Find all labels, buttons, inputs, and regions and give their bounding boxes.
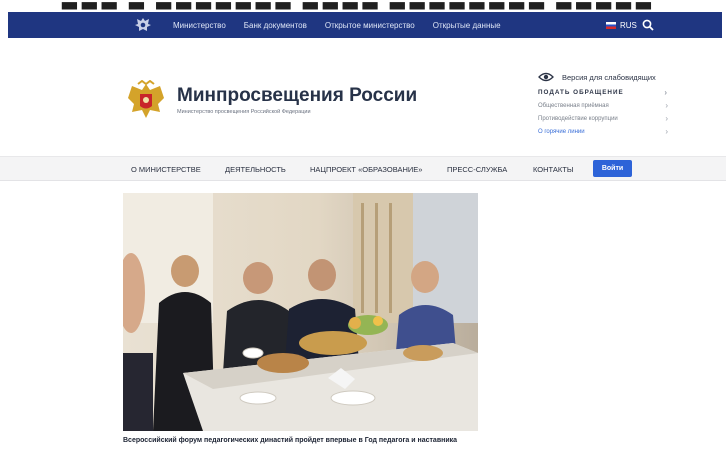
nav-activity[interactable]: ДЕЯТЕЛЬНОСТЬ xyxy=(225,165,286,174)
top-nav-open-data[interactable]: Открытые данные xyxy=(433,21,501,30)
top-nav-documents[interactable]: Банк документов xyxy=(244,21,307,30)
top-navigation-bar: Министерство Банк документов Открытое ми… xyxy=(8,12,722,38)
main-navigation: О МИНИСТЕРСТВЕ ДЕЯТЕЛЬНОСТЬ НАЦПРОЕКТ «О… xyxy=(0,156,726,181)
submit-appeal-label: ПОДАТЬ ОБРАЩЕНИЕ xyxy=(538,89,624,96)
site-subtitle: Министерство просвещения Российской Феде… xyxy=(177,109,311,115)
site-title: Минпросвещения России xyxy=(177,85,418,106)
header-side-links: Версия для слабовидящих ПОДАТЬ ОБРАЩЕНИЕ… xyxy=(538,70,668,138)
language-switch[interactable]: RUS xyxy=(606,12,637,38)
eagle-emblem-icon[interactable] xyxy=(133,15,153,35)
submit-appeal-link[interactable]: ПОДАТЬ ОБРАЩЕНИЕ › xyxy=(538,86,668,99)
news-photo-illustration xyxy=(123,193,478,431)
chevron-right-icon: › xyxy=(665,101,668,110)
public-reception-link[interactable]: Общественная приёмная › xyxy=(538,99,668,112)
top-nav-open-ministry[interactable]: Открытое министерство xyxy=(325,21,415,30)
top-nav-ministry[interactable]: Министерство xyxy=(173,21,226,30)
public-reception-label: Общественная приёмная xyxy=(538,102,609,109)
hotlines-label: О горячие линии xyxy=(538,128,585,135)
coat-of-arms-icon xyxy=(128,80,164,118)
news-caption[interactable]: Всероссийский форум педагогических динас… xyxy=(123,436,483,445)
news-photo[interactable] xyxy=(123,193,478,431)
low-vision-version-link[interactable]: Версия для слабовидящих xyxy=(538,70,668,84)
chevron-right-icon: › xyxy=(665,127,668,136)
top-nav-links: Министерство Банк документов Открытое ми… xyxy=(173,12,519,38)
search-icon[interactable] xyxy=(642,19,654,31)
hotlines-link[interactable]: О горячие линии › xyxy=(538,125,668,138)
anti-corruption-label: Противодействие коррупции xyxy=(538,115,618,122)
eye-icon xyxy=(538,72,554,82)
cropped-text: ▬▬▬ ▬ ▬▬▬▬▬▬▬ ▬▬▬▬ ▬▬▬▬▬▬▬▬ ▬▬▬▬▬ xyxy=(60,0,654,12)
nav-press-service[interactable]: ПРЕСС-СЛУЖБА xyxy=(447,165,507,174)
nav-national-project[interactable]: НАЦПРОЕКТ «ОБРАЗОВАНИЕ» xyxy=(310,165,422,174)
nav-contacts[interactable]: КОНТАКТЫ xyxy=(533,165,573,174)
low-vision-label: Версия для слабовидящих xyxy=(562,72,656,82)
login-button[interactable]: Войти xyxy=(593,160,632,177)
chevron-right-icon: › xyxy=(664,88,668,97)
cropped-header-strip: ▬▬▬ ▬ ▬▬▬▬▬▬▬ ▬▬▬▬ ▬▬▬▬▬▬▬▬ ▬▬▬▬▬ xyxy=(0,0,726,12)
language-label: RUS xyxy=(620,20,637,30)
chevron-right-icon: › xyxy=(665,114,668,123)
russian-flag-icon xyxy=(606,21,616,29)
nav-about-ministry[interactable]: О МИНИСТЕРСТВЕ xyxy=(131,165,201,174)
anti-corruption-link[interactable]: Противодействие коррупции › xyxy=(538,112,668,125)
